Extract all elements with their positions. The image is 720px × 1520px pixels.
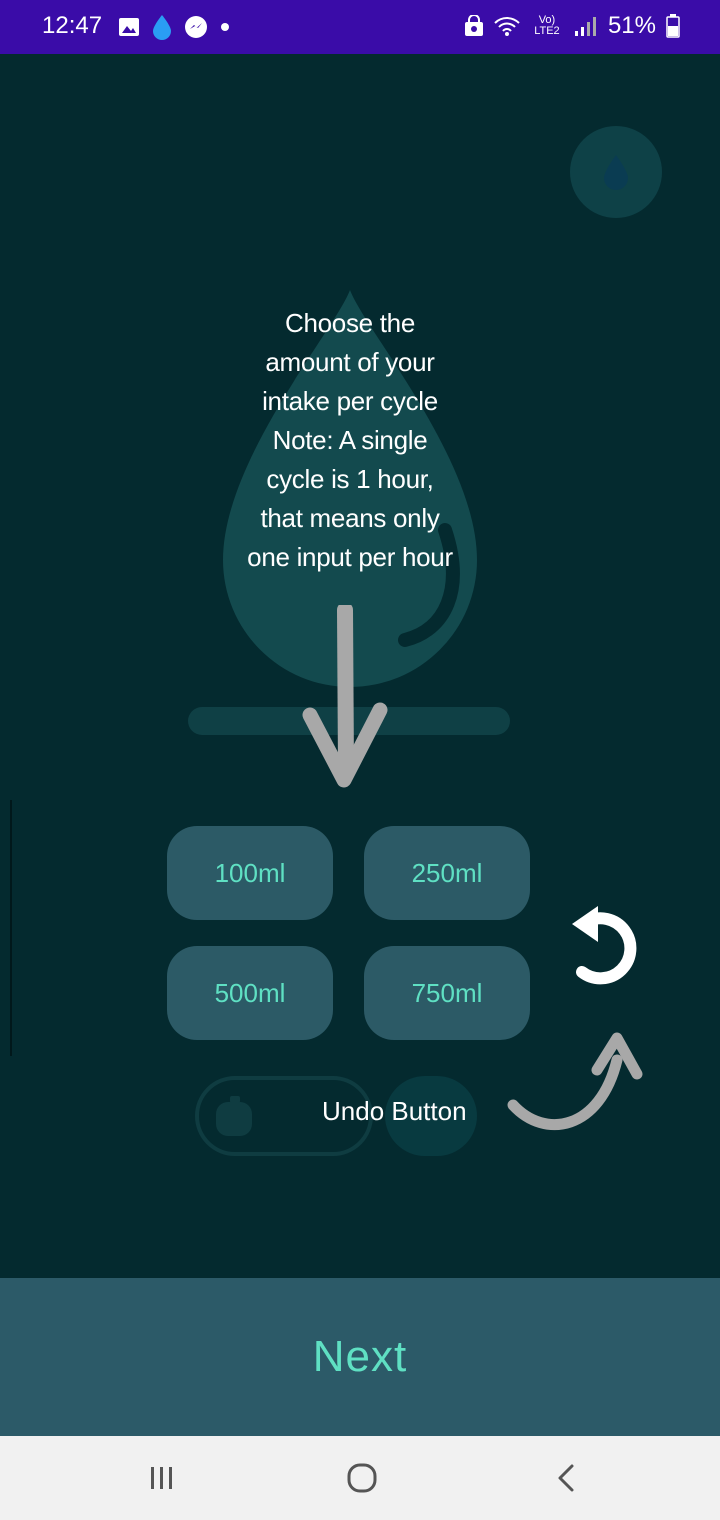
back-button[interactable]	[536, 1456, 596, 1500]
alarm-lock-icon	[464, 15, 483, 36]
notification-icons	[118, 14, 230, 40]
water-drop-app-icon	[153, 15, 171, 40]
recent-apps-icon	[151, 1467, 172, 1489]
home-button[interactable]	[332, 1456, 392, 1500]
status-time: 12:47	[42, 12, 103, 39]
next-button[interactable]: Next	[0, 1278, 720, 1436]
undo-icon[interactable]	[568, 902, 650, 994]
instruction-line: intake per cycle	[262, 386, 438, 416]
battery-percent: 51%	[607, 12, 656, 39]
amount-250ml-button[interactable]: 250ml	[364, 826, 530, 920]
instruction-line: that means only	[260, 503, 440, 533]
system-status: Vo) LTE2 51%	[464, 12, 680, 40]
instruction-line: Choose the	[285, 308, 415, 338]
water-drop-button[interactable]	[570, 126, 662, 218]
instruction-line: amount of your	[265, 347, 435, 377]
undo-button-label: Undo Button	[322, 1096, 467, 1126]
battery-icon	[666, 14, 680, 38]
down-arrow-icon	[302, 605, 388, 788]
recent-apps-button[interactable]	[132, 1456, 192, 1500]
status-bar: 12:47 Vo) LTE2 51%	[0, 0, 720, 54]
amount-750ml-button[interactable]: 750ml	[364, 946, 530, 1040]
water-drop-icon	[604, 155, 628, 190]
kettle-icon	[216, 1096, 252, 1136]
amount-100ml-button[interactable]: 100ml	[167, 826, 333, 920]
curved-arrow-icon	[507, 1032, 643, 1131]
dot-icon	[221, 23, 229, 31]
amount-500ml-button[interactable]: 500ml	[167, 946, 333, 1040]
next-label: Next	[312, 1332, 408, 1381]
wifi-icon	[494, 17, 520, 36]
instruction-text: Choose the amount of your intake per cyc…	[210, 304, 490, 577]
system-navigation-bar	[0, 1436, 720, 1520]
home-icon	[347, 1463, 377, 1493]
back-icon	[558, 1464, 574, 1492]
signal-icon	[574, 17, 596, 36]
messenger-icon	[185, 16, 207, 38]
gallery-icon	[119, 18, 139, 36]
edge-divider	[10, 800, 12, 1056]
network-label: Vo) LTE2	[534, 14, 560, 37]
instruction-line: cycle is 1 hour,	[266, 464, 434, 494]
instruction-line: one input per hour	[247, 542, 453, 572]
instruction-line: Note: A single	[272, 425, 428, 455]
